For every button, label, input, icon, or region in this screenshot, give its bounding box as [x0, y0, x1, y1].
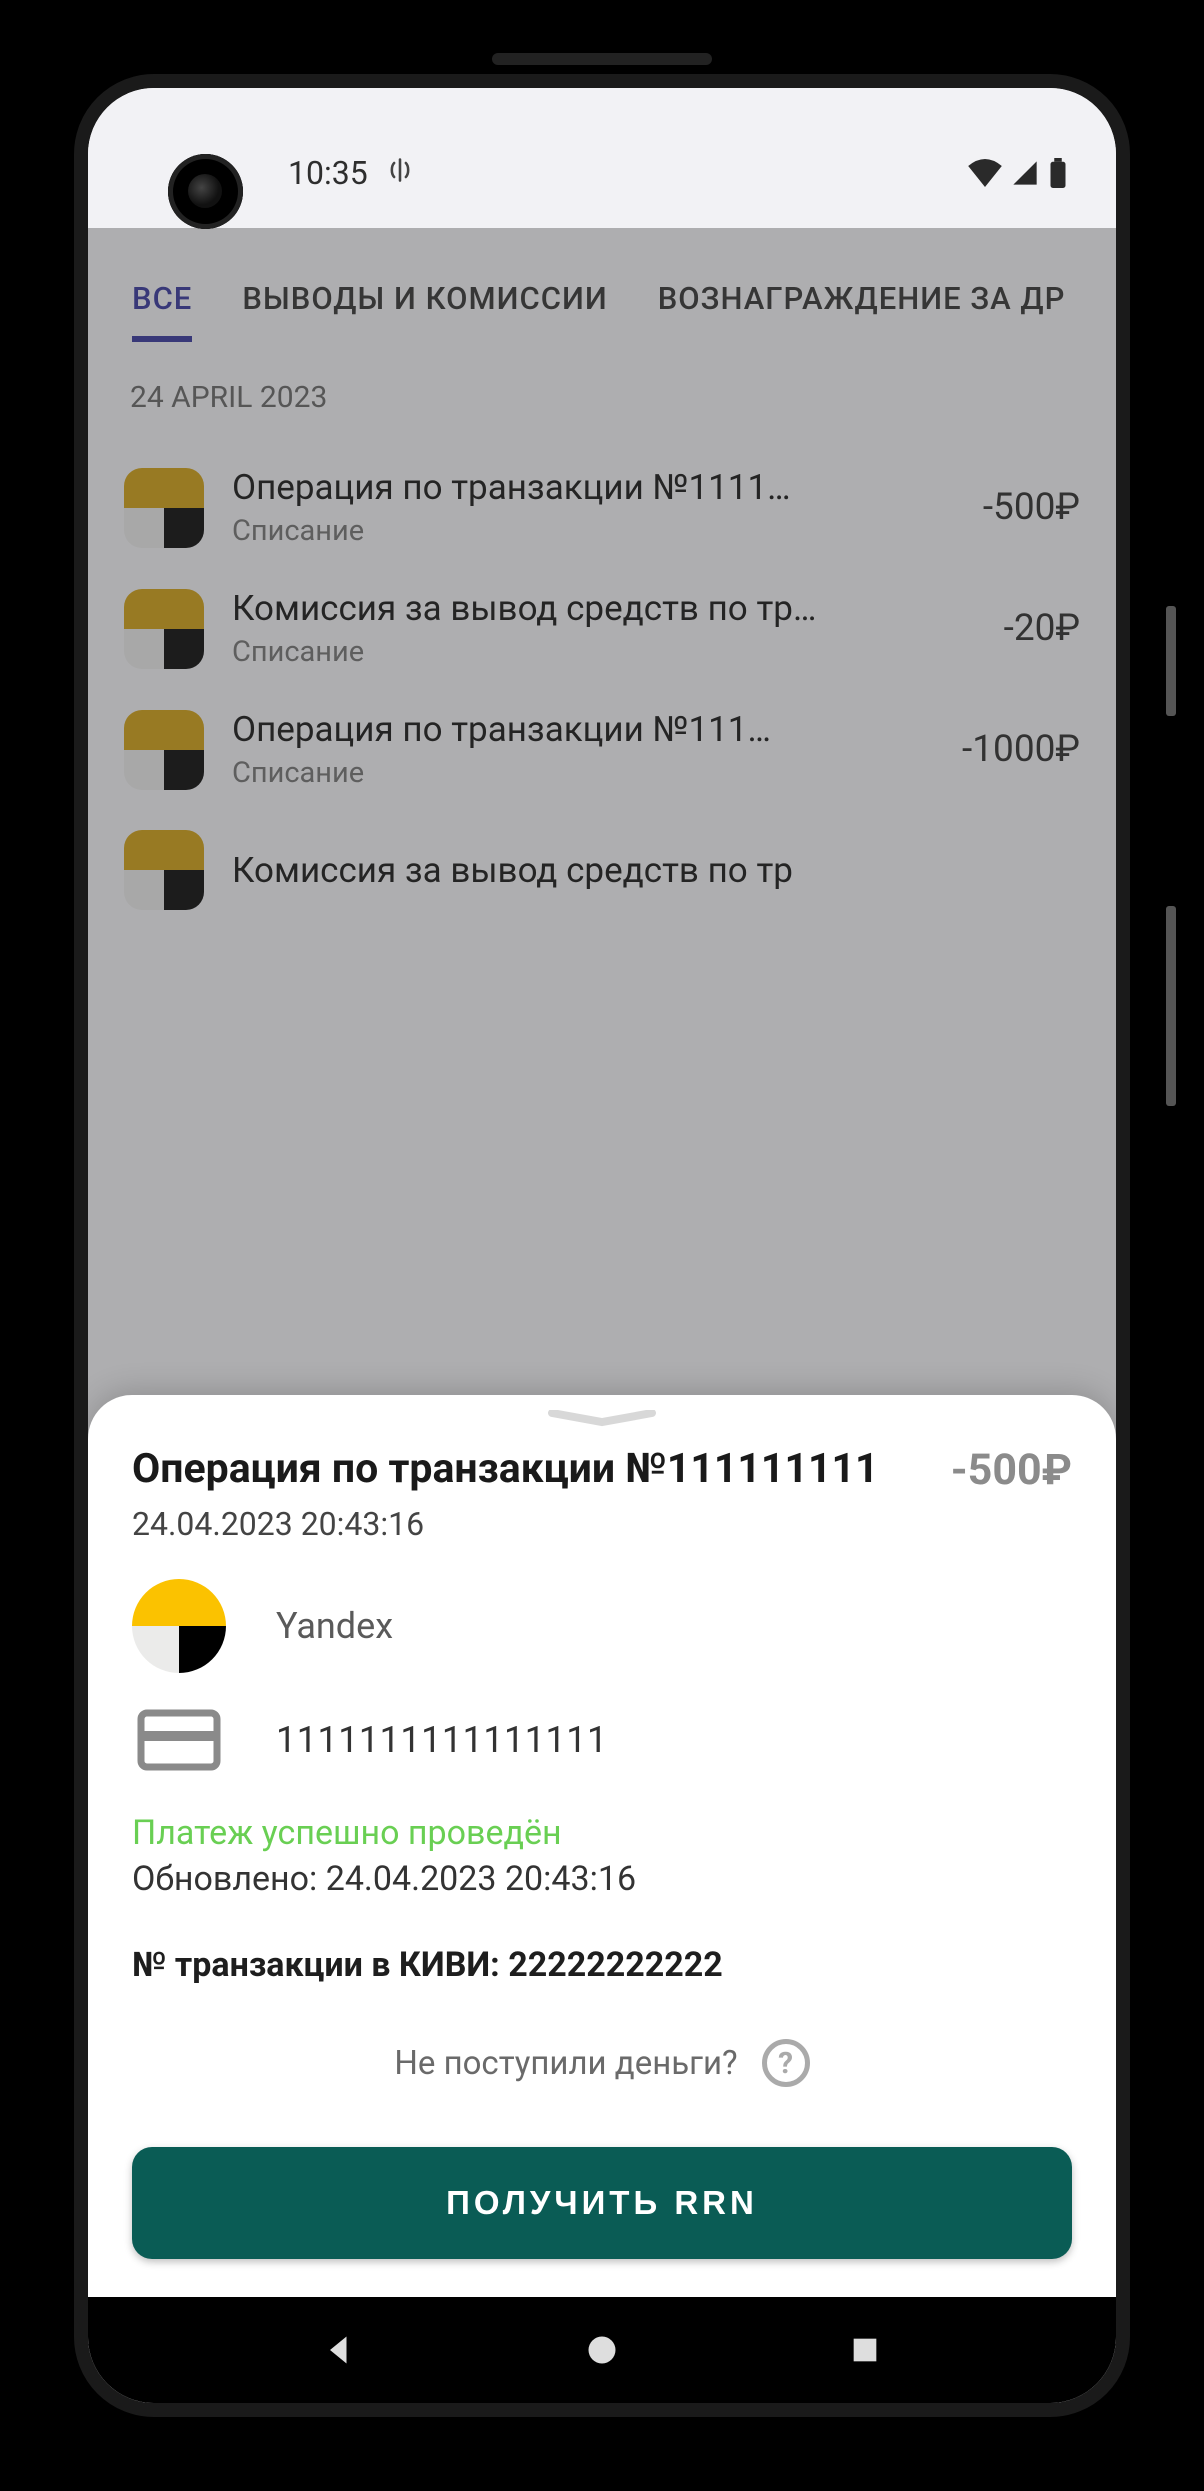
updated-timestamp: Обновлено: 24.04.2023 20:43:16 — [132, 1859, 1072, 1899]
yandex-icon — [124, 710, 204, 790]
help-text: Не поступили деньги? — [394, 2044, 737, 2083]
status-app-icon — [386, 156, 414, 191]
transaction-title: Операция по транзакции №1111… — [232, 467, 955, 508]
date-header: 24 APRIL 2023 — [130, 380, 1080, 415]
sheet-date: 24.04.2023 20:43:16 — [132, 1505, 1072, 1543]
qiwi-transaction-id: № транзакции в КИВИ: 22222222222 — [132, 1945, 1072, 1985]
transaction-amount: -1000₽ — [962, 728, 1080, 771]
card-number: 1111111111111111 — [276, 1719, 608, 1761]
cellular-signal-icon — [1010, 159, 1040, 187]
nav-back-icon[interactable] — [316, 2327, 362, 2373]
transaction-subtitle: Списание — [232, 635, 976, 669]
transaction-title: Комиссия за вывод средств по тр… — [232, 588, 976, 629]
transaction-amount: -500₽ — [983, 486, 1080, 529]
tab-rewards[interactable]: ВОЗНАГРАЖДЕНИЕ ЗА ДР — [658, 280, 1066, 342]
transaction-details-sheet: Операция по транзакции №111111111 -500₽ … — [88, 1395, 1116, 2297]
sheet-drag-handle[interactable] — [532, 1411, 672, 1427]
transaction-subtitle: Списание — [232, 514, 955, 548]
transaction-row[interactable]: Операция по транзакции №1111… Списание -… — [124, 447, 1080, 568]
yandex-icon — [124, 589, 204, 669]
wifi-icon — [968, 159, 1002, 187]
yandex-icon — [124, 468, 204, 548]
sheet-amount: -500₽ — [951, 1445, 1072, 1495]
transaction-subtitle: Списание — [232, 756, 934, 790]
status-time: 10:35 — [288, 154, 368, 192]
transaction-title: Операция по транзакции №111… — [232, 709, 934, 750]
payment-status: Платеж успешно проведён — [132, 1813, 1072, 1853]
android-navbar — [88, 2297, 1116, 2403]
nav-home-icon[interactable] — [579, 2327, 625, 2373]
merchant-name: Yandex — [276, 1605, 393, 1647]
help-icon: ? — [762, 2039, 810, 2087]
sheet-title: Операция по транзакции №111111111 — [132, 1445, 879, 1494]
tabs: ВСЕ ВЫВОДЫ И КОМИССИИ ВОЗНАГРАЖДЕНИЕ ЗА … — [88, 228, 1116, 342]
help-link[interactable]: Не поступили деньги? ? — [132, 2039, 1072, 2087]
transaction-row[interactable]: Операция по транзакции №111… Списание -1… — [124, 689, 1080, 810]
transaction-amount: -20₽ — [1004, 607, 1080, 650]
tab-withdrawals[interactable]: ВЫВОДЫ И КОМИССИИ — [242, 280, 607, 342]
nav-recent-icon[interactable] — [842, 2327, 888, 2373]
transaction-title: Комиссия за вывод средств по тр — [232, 850, 1080, 891]
front-camera — [168, 154, 243, 229]
tab-all[interactable]: ВСЕ — [132, 280, 192, 342]
yandex-icon — [132, 1579, 226, 1673]
card-icon — [132, 1709, 226, 1771]
transaction-row[interactable]: Комиссия за вывод средств по тр… Списани… — [124, 568, 1080, 689]
status-bar: 10:35 — [88, 88, 1116, 228]
battery-icon — [1048, 158, 1068, 188]
get-rrn-button[interactable]: ПОЛУЧИТЬ RRN — [132, 2147, 1072, 2259]
transaction-row[interactable]: Комиссия за вывод средств по тр — [124, 810, 1080, 930]
yandex-icon — [124, 830, 204, 910]
